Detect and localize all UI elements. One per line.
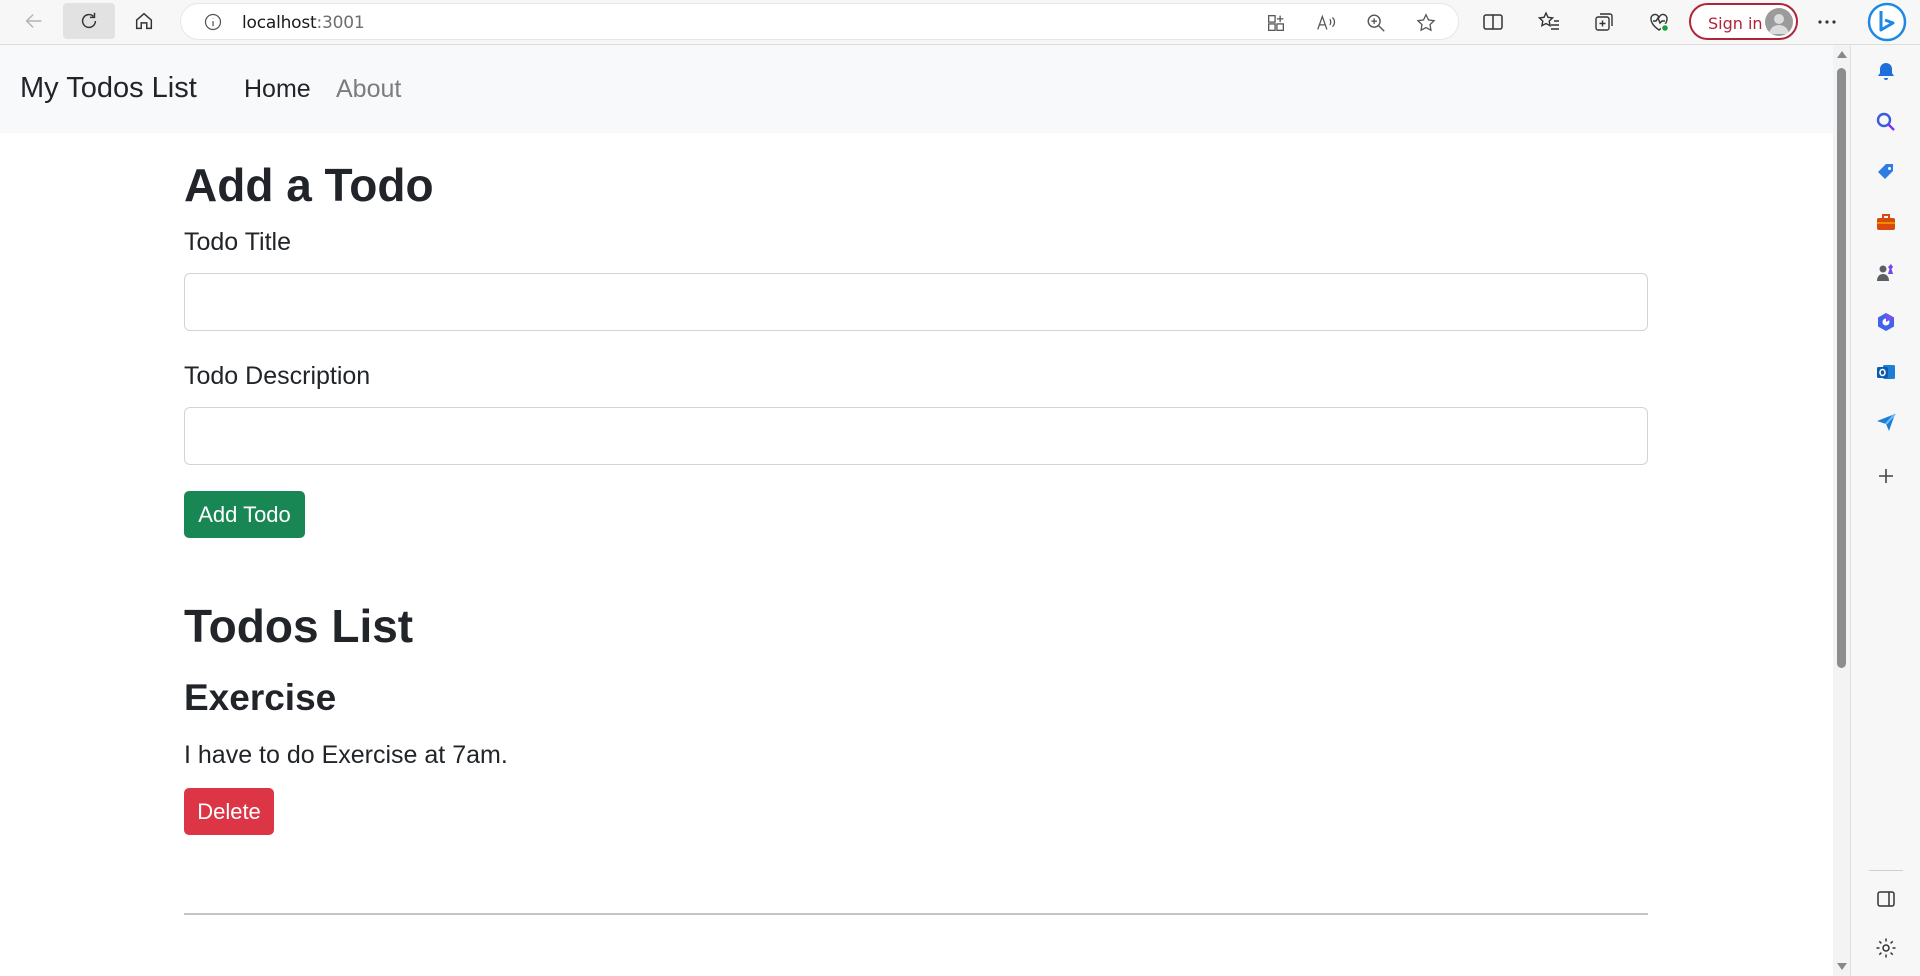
add-todo-heading: Add a Todo [184, 159, 434, 211]
add-icon [1879, 469, 1893, 483]
favorite-button[interactable] [1415, 12, 1437, 34]
microsoft-365-icon [1878, 313, 1894, 331]
todo-divider [184, 913, 1648, 915]
todo-item-title: Exercise [184, 677, 337, 718]
copilot-icon [1867, 2, 1907, 42]
todo-description-label: Todo Description [184, 362, 371, 390]
sidebar-shopping[interactable] [1873, 159, 1899, 185]
scroll-down-arrow-icon[interactable] [1837, 963, 1847, 970]
split-screen-button[interactable] [1480, 9, 1506, 35]
browser-essentials-button[interactable] [1646, 9, 1672, 35]
collections-icon [1595, 13, 1613, 31]
games-icon [1877, 264, 1893, 281]
reload-icon [81, 12, 97, 29]
page-viewport: My Todos List Home About Add a Todo Todo… [0, 45, 1833, 976]
search-icon [1876, 112, 1895, 131]
send-icon [1877, 413, 1896, 431]
todo-description-input[interactable] [184, 407, 1648, 465]
url-text[interactable]: localhost:3001 [242, 13, 365, 33]
info-icon[interactable] [203, 12, 223, 32]
avatar-icon [1765, 8, 1793, 36]
sidebar-notifications[interactable] [1873, 59, 1899, 85]
sidebar-send[interactable] [1873, 409, 1899, 435]
sign-in-button[interactable]: Sign in [1689, 3, 1798, 40]
todo-title-label: Todo Title [184, 228, 292, 256]
scroll-up-arrow-icon[interactable] [1837, 51, 1847, 58]
add-todo-button[interactable]: Add Todo [184, 491, 305, 538]
settings-icon [1876, 938, 1896, 958]
sidebar-divider [1869, 870, 1903, 871]
favorites-button[interactable] [1536, 9, 1562, 35]
more-icon [1818, 20, 1836, 24]
todo-item-description: I have to do Exercise at 7am. [184, 741, 508, 769]
more-button[interactable] [1814, 9, 1840, 35]
navbar-brand[interactable]: My Todos List [20, 72, 197, 105]
favorite-star-icon [1416, 13, 1436, 32]
zoom-button[interactable] [1365, 12, 1387, 34]
app-available-icon [1268, 15, 1284, 31]
home-icon [135, 12, 153, 30]
back-icon [25, 14, 42, 28]
todo-title-input[interactable] [184, 273, 1648, 331]
sidebar-games[interactable] [1873, 259, 1899, 285]
read-aloud-button[interactable] [1315, 12, 1337, 34]
sidebar-outlook[interactable] [1873, 359, 1899, 385]
outlook-icon [1877, 365, 1895, 379]
address-bar[interactable]: localhost:3001 [180, 3, 1459, 40]
todos-list-heading: Todos List [184, 600, 414, 652]
sidebar-search[interactable] [1873, 109, 1899, 135]
sidebar-toggle[interactable] [1873, 886, 1899, 912]
app-available-button[interactable] [1265, 12, 1287, 34]
copilot-button[interactable] [1866, 1, 1908, 43]
sidebar-toggle-icon [1877, 891, 1895, 907]
sidebar-tools[interactable] [1873, 209, 1899, 235]
scroll-thumb[interactable] [1837, 68, 1846, 668]
home-button[interactable] [118, 3, 170, 39]
zoom-icon [1367, 14, 1385, 32]
favorites-icon [1537, 11, 1559, 30]
shopping-tag-icon [1878, 164, 1893, 179]
reload-button[interactable] [63, 3, 115, 39]
edge-sidebar [1850, 45, 1920, 976]
notifications-bell-icon [1878, 63, 1894, 80]
sidebar-microsoft-365[interactable] [1873, 309, 1899, 335]
split-screen-icon [1483, 14, 1503, 30]
back-button[interactable] [8, 3, 60, 39]
sidebar-add[interactable] [1873, 463, 1899, 489]
nav-link-about[interactable]: About [336, 75, 401, 104]
page-scrollbar[interactable] [1833, 45, 1850, 976]
browser-toolbar: localhost:3001 Sign in [0, 0, 1920, 45]
sign-in-label: Sign in [1708, 14, 1763, 33]
delete-todo-button[interactable]: Delete [184, 788, 274, 835]
read-aloud-icon [1317, 14, 1336, 30]
navbar: My Todos List Home About [0, 45, 1833, 133]
sidebar-settings[interactable] [1873, 935, 1899, 961]
todo-item: Exercise I have to do Exercise at 7am. D… [184, 677, 1648, 835]
tools-briefcase-icon [1877, 214, 1895, 230]
browser-essentials-icon [1650, 13, 1670, 33]
nav-link-home[interactable]: Home [244, 75, 311, 104]
collections-button[interactable] [1591, 9, 1617, 35]
